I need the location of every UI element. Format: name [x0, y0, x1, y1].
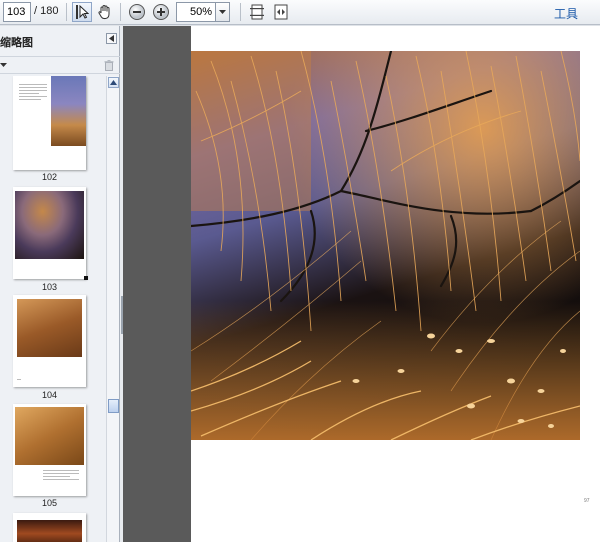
- thumbnail-text-block: [43, 470, 79, 490]
- page-number-input[interactable]: [3, 2, 31, 22]
- zoom-out-button[interactable]: [127, 2, 147, 22]
- select-tool-icon: [76, 4, 89, 19]
- thumbnail-label: 103: [41, 282, 58, 292]
- hand-tool-icon: [98, 4, 110, 20]
- thumbnail-panel: 页面缩略图 102: [0, 26, 120, 542]
- zoom-in-button[interactable]: [151, 2, 171, 22]
- thumbnail-page-105[interactable]: [13, 404, 86, 496]
- thumbnail-label: 104: [41, 390, 58, 400]
- page-footer-number: 97: [584, 498, 590, 504]
- thumbnail-photo: [51, 76, 86, 146]
- scrollbar-thumb[interactable]: [108, 399, 119, 413]
- toolbar-separator: [240, 3, 241, 21]
- thumbnail-label: 105: [41, 498, 58, 508]
- zoom-in-icon: [153, 4, 169, 20]
- thumbnail-page-106[interactable]: [13, 513, 86, 542]
- scroll-up-button[interactable]: [108, 77, 119, 88]
- panel-options-bar: [0, 56, 120, 74]
- panel-header: 页面缩略图: [0, 31, 120, 49]
- thumbnail-label: 102: [41, 172, 58, 182]
- current-page-marker: [84, 276, 88, 280]
- thumbnail-text-block: [19, 84, 47, 114]
- options-dropdown-icon[interactable]: [0, 63, 7, 68]
- tools-menu-link[interactable]: 工具: [554, 5, 578, 22]
- toolbar-separator: [120, 3, 121, 21]
- thumbnail-photo: [15, 191, 84, 259]
- panel-title: 页面缩略图: [0, 37, 33, 49]
- trash-icon[interactable]: [104, 60, 114, 71]
- fit-width-icon: [274, 4, 288, 20]
- arrow-up-icon: [110, 80, 117, 85]
- thumbnail-photo: [17, 299, 82, 357]
- zoom-out-icon: [129, 4, 145, 20]
- toolbar: / 180: [0, 0, 600, 25]
- fit-page-icon: [250, 4, 264, 20]
- chevron-left-icon: [109, 35, 114, 42]
- document-view: 97: [123, 26, 600, 542]
- document-page: 97: [191, 26, 600, 542]
- reeds-photo-image: [191, 51, 580, 440]
- chevron-down-icon: [219, 9, 226, 14]
- thumbnail-page-103[interactable]: [13, 187, 86, 279]
- thumbnail-list: 102 103 104 105: [0, 76, 106, 542]
- page-total-label: / 180: [34, 5, 59, 17]
- fit-width-button[interactable]: [271, 2, 291, 22]
- zoom-level-input[interactable]: [176, 2, 216, 22]
- page-photo: [191, 51, 580, 440]
- fit-page-button[interactable]: [247, 2, 267, 22]
- collapse-panel-button[interactable]: [106, 33, 117, 44]
- zoom-dropdown-button[interactable]: [216, 2, 230, 22]
- select-tool-button[interactable]: [72, 2, 92, 22]
- hand-tool-button[interactable]: [95, 2, 115, 22]
- thumbnail-photo: [17, 520, 82, 542]
- toolbar-separator: [66, 3, 67, 21]
- thumbnail-page-number: [17, 379, 21, 380]
- thumbnail-photo: [15, 407, 84, 465]
- thumbnail-page-102[interactable]: [13, 76, 86, 170]
- thumbnail-page-104[interactable]: [13, 295, 86, 387]
- thumbnail-scrollbar[interactable]: [106, 76, 119, 542]
